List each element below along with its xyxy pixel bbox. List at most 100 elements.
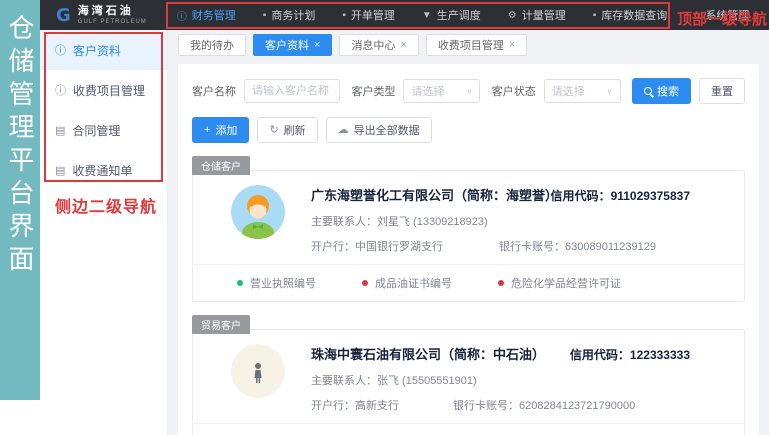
bank-line: 开户行：高新支行 银行卡账号：6208284123721790000	[311, 397, 635, 413]
cert-label: 营业执照编号	[250, 275, 316, 291]
add-button-label: 添加	[215, 122, 237, 138]
reset-button[interactable]: 重置	[699, 78, 745, 104]
refresh-button[interactable]: ↻ 刷新	[257, 117, 317, 143]
inventory-icon: ▪	[593, 10, 597, 21]
nav-label: 商务计划	[271, 7, 315, 23]
search-form: 客户名称 客户类型 请选择 ∨ 客户状态 请选择 ∨ 搜索	[192, 78, 745, 104]
brand-name: 海湾石油	[78, 6, 147, 17]
chevron-down-icon: ∨	[466, 87, 472, 94]
sidebar: ⓘ 客户资料 ⓘ 收费项目管理 ▤ 合同管理 ▤ 收费通知单	[40, 30, 168, 435]
customer-name-label: 客户名称	[192, 83, 236, 99]
plus-icon: +	[204, 125, 210, 136]
close-icon[interactable]: ×	[314, 40, 320, 51]
contact-value: 刘星飞 (13309218923)	[377, 213, 488, 229]
bank-card-part: 银行卡账号：630089011239129	[499, 238, 656, 254]
logo-icon: G	[56, 5, 71, 26]
nav-item-finance[interactable]: ⓘ 财务管理	[177, 7, 236, 23]
nav-item-billing[interactable]: ▪ 开单管理	[342, 7, 395, 23]
main-content: 我的待办 客户资料 × 消息中心 × 收费项目管理 × 客户名称 客户类型	[168, 30, 769, 435]
cert-label: 危险化学品经营许可证	[511, 275, 621, 291]
customer-card: 贸易客户 珠海中寰石油有限公司（简称：中石油）	[192, 329, 745, 435]
customer-type-select[interactable]: 请选择 ∨	[403, 79, 480, 103]
customer-name-input[interactable]	[244, 79, 340, 103]
status-dot	[498, 280, 504, 286]
certificate-row: 营业执照编号 成品油证书编号 危险化学品经营许可证	[193, 264, 744, 301]
credit-code: 信用代码：911029375837	[551, 187, 690, 204]
bank-card-value: 6208284123721790000	[519, 400, 635, 412]
sidebar-item-customer-info[interactable]: ⓘ 客户资料	[40, 30, 167, 70]
bank-label: 开户行：	[311, 400, 355, 412]
info-circle-icon: ⓘ	[55, 82, 66, 98]
export-button-label: 导出全部数据	[354, 122, 420, 138]
nav-item-production-dispatch[interactable]: ▼ 生产调度	[422, 7, 481, 23]
gear-icon: ⚙	[508, 10, 517, 21]
cert-hazardous-chemicals[interactable]: 危险化学品经营许可证	[498, 275, 621, 291]
reset-button-label: 重置	[711, 83, 733, 99]
tab-charge-item-mgmt[interactable]: 收费项目管理 ×	[426, 34, 527, 56]
customer-info-panel: 客户名称 客户类型 请选择 ∨ 客户状态 请选择 ∨ 搜索	[178, 64, 759, 435]
bank-part: 开户行：高新支行	[311, 397, 453, 413]
primary-nav: ⓘ 财务管理 ▪ 商务计划 ▪ 开单管理 ▼ 生产调度 ⚙ 计量管理 ▪ 库存数…	[177, 7, 750, 23]
tab-message-center[interactable]: 消息中心 ×	[339, 34, 418, 56]
sidebar-item-charge-item-mgmt[interactable]: ⓘ 收费项目管理	[40, 70, 167, 110]
tab-my-todo[interactable]: 我的待办	[178, 34, 246, 56]
vertical-platform-banner: 仓储管理平台界面	[0, 0, 40, 400]
cert-label: 成品油证书编号	[375, 275, 452, 291]
nav-label: 开单管理	[351, 7, 395, 23]
nav-item-business-plan[interactable]: ▪ 商务计划	[263, 7, 316, 23]
logo[interactable]: G 海湾石油 GULF PETROLEUM	[56, 5, 147, 26]
logo-text: 海湾石油 GULF PETROLEUM	[78, 6, 147, 25]
refresh-button-label: 刷新	[284, 122, 306, 138]
sidebar-item-label: 收费通知单	[72, 162, 132, 179]
customer-status-label: 客户状态	[492, 83, 536, 99]
cert-refined-oil[interactable]: 成品油证书编号	[362, 275, 452, 291]
cert-business-license[interactable]: 营业执照编号	[237, 275, 316, 291]
credit-label: 信用代码：	[551, 189, 611, 203]
close-icon[interactable]: ×	[509, 40, 515, 51]
finance-icon: ⓘ	[177, 8, 187, 23]
search-button-label: 搜索	[657, 83, 679, 99]
book-icon: ▤	[55, 164, 65, 177]
info-circle-icon: ⓘ	[55, 42, 66, 58]
avatar	[231, 344, 285, 398]
annotation-label-sidebar: 侧边二级导航	[55, 193, 157, 217]
customer-type-label: 客户类型	[351, 83, 395, 99]
bank-card-label: 银行卡账号：	[499, 241, 565, 253]
close-icon[interactable]: ×	[400, 40, 406, 51]
avatar	[231, 185, 285, 239]
customer-card-body: 广东海塑誉化工有限公司（简称：海塑誉） 主要联系人： 刘星飞 (13309218…	[193, 171, 744, 264]
bank-line: 开户行：中国银行罗湖支行 银行卡账号：630089011239129	[311, 238, 656, 254]
tab-bar: 我的待办 客户资料 × 消息中心 × 收费项目管理 ×	[168, 30, 769, 60]
search-icon	[644, 87, 652, 95]
customer-card: 仓储客户 广东海塑誉化工有限公司（简称：海塑誉）	[192, 170, 745, 302]
tab-label: 收费项目管理	[438, 37, 504, 53]
tab-label: 消息中心	[351, 37, 395, 53]
add-button[interactable]: + 添加	[192, 117, 249, 143]
tab-customer-info[interactable]: 客户资料 ×	[253, 34, 332, 56]
contact-line: 主要联系人： 刘星飞 (13309218923)	[311, 213, 656, 229]
select-placeholder: 请选择	[411, 83, 444, 99]
contact-value: 张飞 (15505551901)	[377, 372, 477, 388]
app-root: 仓储管理平台界面 G 海湾石油 GULF PETROLEUM ⓘ 财务管理 ▪ …	[0, 0, 769, 435]
toolbar: + 添加 ↻ 刷新 ☁ 导出全部数据	[192, 117, 745, 143]
credit-code: 信用代码：122333333	[570, 346, 690, 363]
nav-item-inventory-query[interactable]: ▪ 库存数据查询	[593, 7, 668, 23]
customer-status-select[interactable]: 请选择 ∨	[544, 79, 621, 103]
search-button[interactable]: 搜索	[632, 78, 691, 104]
sidebar-item-label: 收费项目管理	[73, 82, 145, 99]
nav-item-metering[interactable]: ⚙ 计量管理	[508, 7, 566, 23]
credit-value: 122333333	[630, 348, 690, 362]
bank-label: 开户行：	[311, 241, 355, 253]
sidebar-item-charge-notice[interactable]: ▤ 收费通知单	[40, 150, 167, 190]
sidebar-item-label: 合同管理	[72, 122, 120, 139]
bank-part: 开户行：中国银行罗湖支行	[311, 238, 499, 254]
export-button[interactable]: ☁ 导出全部数据	[326, 117, 432, 143]
sidebar-item-contract-mgmt[interactable]: ▤ 合同管理	[40, 110, 167, 150]
annotation-label-top-nav: 顶部一级导航	[677, 8, 767, 29]
select-placeholder: 请选择	[552, 83, 585, 99]
dispatch-icon: ▼	[422, 10, 432, 21]
nav-label: 计量管理	[522, 7, 566, 23]
plan-icon: ▪	[263, 10, 267, 21]
bank-card-value: 630089011239129	[565, 241, 656, 253]
tab-label: 客户资料	[265, 37, 309, 53]
